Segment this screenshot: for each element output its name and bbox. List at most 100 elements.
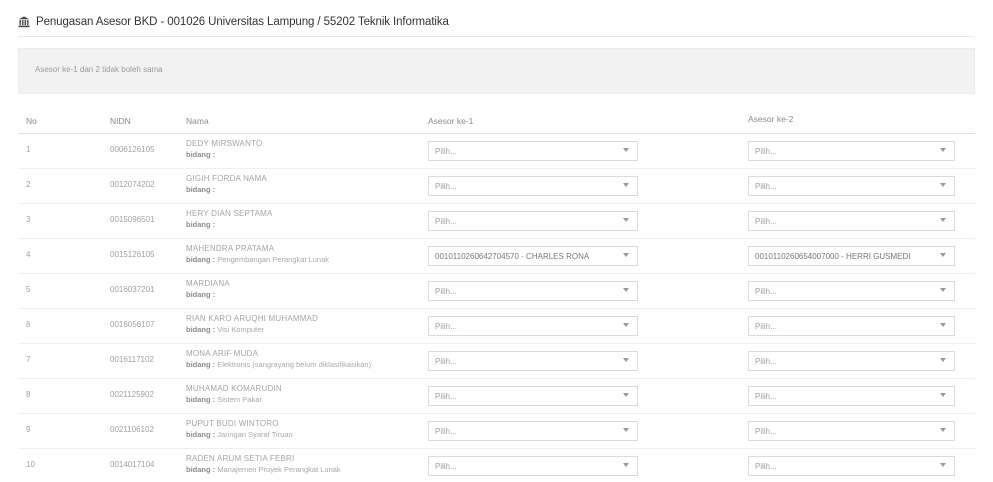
column-header-nama: Nama: [186, 116, 209, 126]
chevron-down-icon: [623, 288, 629, 292]
row-nama: MARDIANA bidang :: [186, 279, 230, 299]
chevron-down-icon: [623, 148, 629, 152]
title-divider: [18, 36, 975, 37]
asesor-2-select[interactable]: Pilih...: [748, 421, 955, 441]
asesor-1-select[interactable]: 0010110260642704570 - CHARLES RONA: [428, 246, 638, 266]
asesor-1-select[interactable]: Pilih...: [428, 386, 638, 406]
table-row: 10 0014017104 RADEN ARUM SETIA FEBRI bid…: [18, 449, 975, 482]
row-nama: RADEN ARUM SETIA FEBRI bidang : Manajeme…: [186, 454, 341, 474]
chevron-down-icon: [940, 463, 946, 467]
bidang-field: bidang : Pengembangan Perangkat Lunak: [186, 255, 329, 264]
chevron-down-icon: [623, 358, 629, 362]
bidang-field: bidang : Visi Komputer: [186, 325, 318, 334]
asesor-1-value: Pilih...: [435, 357, 457, 366]
bidang-value: Jaringan Syaraf Tiruan: [217, 430, 293, 439]
asesor-2-select[interactable]: 0010110260654007000 - HERRI GUSMEDI: [748, 246, 955, 266]
asesor-1-select[interactable]: Pilih...: [428, 421, 638, 441]
bidang-field: bidang : Elektronis (sangrayang belum di…: [186, 360, 371, 369]
row-nama: MAHENDRA PRATAMA bidang : Pengembangan P…: [186, 244, 329, 264]
asesor-1-select[interactable]: Pilih...: [428, 141, 638, 161]
row-nama: MONA ARIF MUDA bidang : Elektronis (sang…: [186, 349, 371, 369]
row-nidn: 0014017104: [110, 460, 155, 469]
asesor-1-value: Pilih...: [435, 217, 457, 226]
page-header: Penugasan Asesor BKD - 001026 Universita…: [18, 14, 449, 30]
table-row: 2 0012074202 GIGIH FORDA NAMA bidang : P…: [18, 169, 975, 204]
chevron-down-icon: [940, 253, 946, 257]
row-nama: HERY DIAN SEPTAMA bidang :: [186, 209, 273, 229]
asesor-2-value: 0010110260654007000 - HERRI GUSMEDI: [755, 252, 911, 261]
asesor-2-value: Pilih...: [755, 147, 777, 156]
chevron-down-icon: [940, 358, 946, 362]
bidang-field: bidang :: [186, 150, 262, 159]
asesor-1-select[interactable]: Pilih...: [428, 176, 638, 196]
asesor-1-select[interactable]: Pilih...: [428, 211, 638, 231]
chevron-down-icon: [623, 323, 629, 327]
asesor-2-select[interactable]: Pilih...: [748, 386, 955, 406]
chevron-down-icon: [623, 428, 629, 432]
bidang-value: Sistem Pakar: [217, 395, 262, 404]
asesor-1-value: Pilih...: [435, 462, 457, 471]
asesor-2-select[interactable]: Pilih...: [748, 176, 955, 196]
row-number: 8: [26, 390, 31, 399]
asesor-2-select[interactable]: Pilih...: [748, 351, 955, 371]
bidang-field: bidang : Jaringan Syaraf Tiruan: [186, 430, 293, 439]
row-nama: RIAN KARO ARUQHI MUHAMMAD bidang : Visi …: [186, 314, 318, 334]
asesor-2-value: Pilih...: [755, 322, 777, 331]
row-nidn: 0006126105: [110, 145, 155, 154]
asesor-2-value: Pilih...: [755, 357, 777, 366]
row-number: 9: [26, 425, 31, 434]
bidang-value: Visi Komputer: [217, 325, 264, 334]
row-nama: PUPUT BUDI WINTORO bidang : Jaringan Sya…: [186, 419, 293, 439]
row-number: 2: [26, 180, 31, 189]
bidang-value: Elektronis (sangrayang belum diklasifika…: [217, 360, 372, 369]
asesor-1-select[interactable]: Pilih...: [428, 456, 638, 476]
bidang-value: Pengembangan Perangkat Lunak: [217, 255, 330, 264]
column-header-no: No: [26, 116, 37, 126]
asesor-2-value: Pilih...: [755, 287, 777, 296]
row-number: 10: [26, 460, 35, 469]
column-header-asesor-2: Asesor ke-2: [748, 114, 794, 124]
table-row: 9 0021106102 PUPUT BUDI WINTORO bidang :…: [18, 414, 975, 449]
asesor-2-select[interactable]: Pilih...: [748, 141, 955, 161]
asesor-1-value: Pilih...: [435, 427, 457, 436]
chevron-down-icon: [623, 218, 629, 222]
table-row: 7 0016117102 MONA ARIF MUDA bidang : Ele…: [18, 344, 975, 379]
chevron-down-icon: [940, 288, 946, 292]
asesor-2-select[interactable]: Pilih...: [748, 316, 955, 336]
chevron-down-icon: [940, 393, 946, 397]
row-number: 4: [26, 250, 31, 259]
asesor-1-value: Pilih...: [435, 392, 457, 401]
chevron-down-icon: [623, 183, 629, 187]
asesor-2-value: Pilih...: [755, 392, 777, 401]
notice-text: Asesor ke-1 dan 2 tidak boleh sama: [35, 65, 163, 74]
row-nidn: 0016117102: [110, 355, 154, 364]
lecturer-name: RADEN ARUM SETIA FEBRI: [186, 454, 295, 463]
table-row: 8 0021125902 MUHAMAD KOMARUDIN bidang : …: [18, 379, 975, 414]
row-nama: MUHAMAD KOMARUDIN bidang : Sistem Pakar: [186, 384, 282, 404]
bidang-field: bidang : Manajemen Proyek Perangkat Luna…: [186, 465, 341, 474]
bidang-label: bidang :: [186, 360, 216, 369]
asesor-2-select[interactable]: Pilih...: [748, 281, 955, 301]
bidang-label: bidang :: [186, 465, 216, 474]
chevron-down-icon: [623, 463, 629, 467]
asesor-2-value: Pilih...: [755, 427, 777, 436]
chevron-down-icon: [940, 323, 946, 327]
asesor-2-select[interactable]: Pilih...: [748, 456, 955, 476]
column-header-nidn: NIDN: [110, 116, 131, 126]
asesor-2-select[interactable]: Pilih...: [748, 211, 955, 231]
table-row: 5 0016037201 MARDIANA bidang : Pilih... …: [18, 274, 975, 309]
row-number: 3: [26, 215, 31, 224]
chevron-down-icon: [940, 428, 946, 432]
table-row: 4 0015126105 MAHENDRA PRATAMA bidang : P…: [18, 239, 975, 274]
asesor-1-select[interactable]: Pilih...: [428, 316, 638, 336]
asesor-1-select[interactable]: Pilih...: [428, 351, 638, 371]
lecturer-name: MUHAMAD KOMARUDIN: [186, 384, 282, 393]
row-nama: GIGIH FORDA NAMA bidang :: [186, 174, 267, 194]
asesor-1-value: Pilih...: [435, 147, 457, 156]
asesor-2-value: Pilih...: [755, 217, 777, 226]
bidang-value: Manajemen Proyek Perangkat Lunak: [217, 465, 341, 474]
asesor-1-value: Pilih...: [435, 182, 457, 191]
asesor-1-select[interactable]: Pilih...: [428, 281, 638, 301]
bidang-field: bidang :: [186, 290, 230, 299]
row-number: 5: [26, 285, 31, 294]
